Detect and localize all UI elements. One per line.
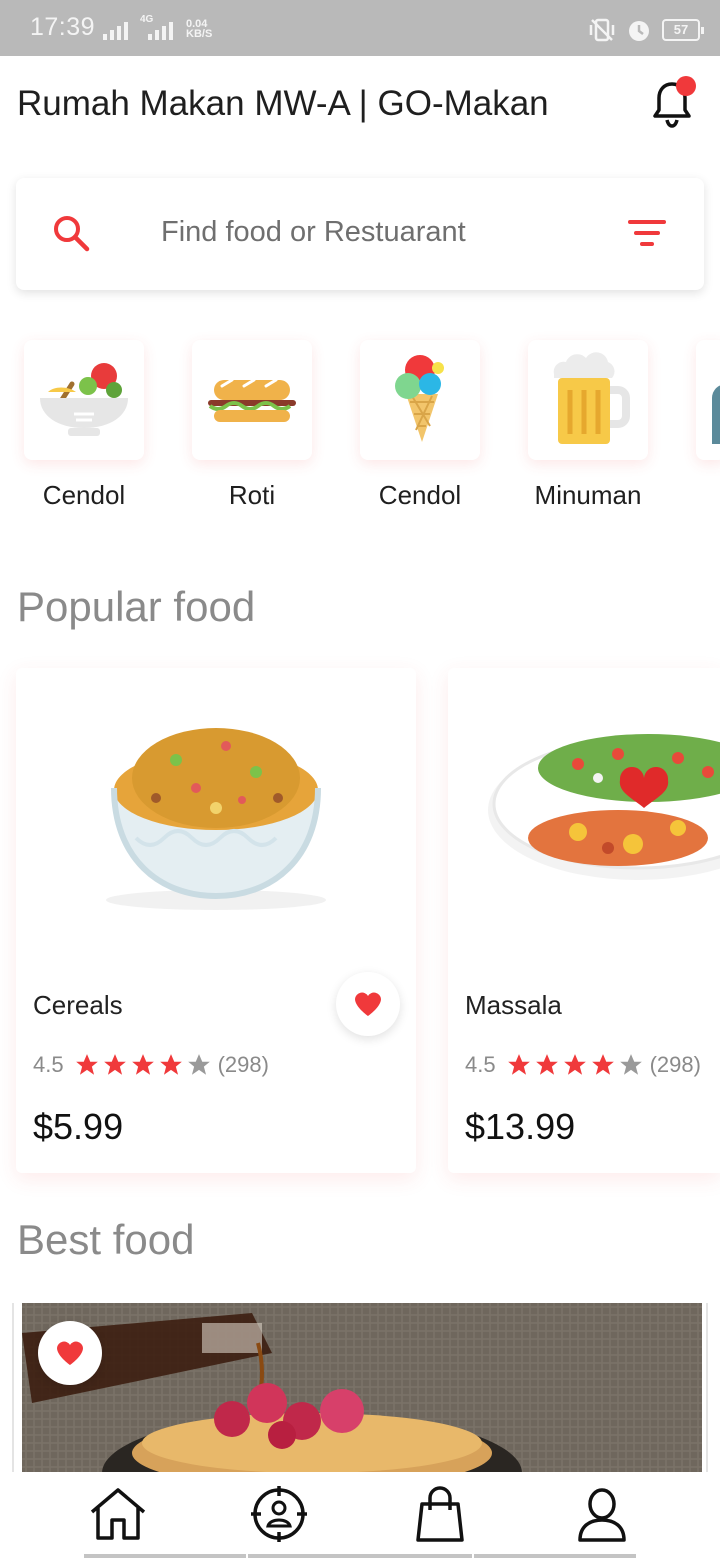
rating-value: 4.5 [465, 1052, 496, 1077]
food-image [106, 728, 326, 910]
bottom-navigation [0, 1472, 720, 1560]
nav-underline [248, 1554, 472, 1558]
speed-unit: KB/S [186, 28, 213, 40]
rating-value: 4.5 [33, 1052, 64, 1077]
status-bar: 17:39 4G 0.04 KB/S 57 [0, 0, 720, 56]
nav-explore[interactable] [244, 1486, 314, 1550]
category-item[interactable]: Minuman [528, 340, 648, 510]
vibrate-off-icon [589, 18, 615, 42]
food-name: Cereals [33, 990, 123, 1020]
star-empty-icon [187, 1054, 210, 1075]
star-filled-icon [535, 1054, 558, 1075]
favorite-button[interactable] [38, 1321, 102, 1385]
category-item[interactable]: Cendol [24, 340, 144, 510]
nav-underline [84, 1554, 246, 1558]
status-icons: 57 [588, 16, 704, 44]
category-label: Roti [228, 480, 276, 510]
search-bar[interactable]: Find food or Restuarant [16, 178, 704, 290]
category-tile[interactable] [360, 340, 480, 460]
explore-icon [251, 1486, 307, 1542]
network-speed: 0.04 KB/S [186, 19, 213, 40]
food-card[interactable]: Cereals 4.5 (298) $5.99 [16, 668, 416, 1173]
best-food-card[interactable] [12, 1303, 708, 1473]
profile-icon [578, 1488, 626, 1542]
heart-icon [355, 992, 381, 1016]
food-image [488, 734, 720, 880]
ice-cream-icon [395, 355, 444, 442]
review-count: (298) [649, 1052, 701, 1077]
category-label: Cendol [378, 480, 462, 510]
battery-indicator: 57 [662, 19, 704, 41]
category-label: Minuman [534, 480, 642, 510]
food-name: Massala [465, 990, 562, 1020]
home-icon [90, 1488, 146, 1540]
star-filled-icon [591, 1054, 614, 1075]
star-filled-icon [103, 1054, 126, 1075]
rating-stars [74, 1052, 212, 1078]
star-filled-icon [75, 1054, 98, 1075]
food-price: $5.99 [33, 1106, 124, 1147]
filter-icon[interactable] [628, 220, 668, 250]
category-label: Cendol [42, 480, 126, 510]
alarm-icon [629, 21, 649, 41]
rating-row: 4.5 (298) [33, 1052, 269, 1078]
category-tile[interactable] [528, 340, 648, 460]
page-title: Rumah Makan MW-A | GO-Makan [17, 84, 549, 123]
beer-mug-icon [553, 352, 630, 444]
category-partial-icon [712, 384, 720, 444]
category-tile[interactable] [24, 340, 144, 460]
sandwich-icon [208, 378, 296, 422]
review-count: (298) [217, 1052, 269, 1077]
nav-underline [474, 1554, 636, 1558]
status-time: 17:39 [30, 13, 96, 41]
category-item[interactable]: Cendol [360, 340, 480, 510]
food-card[interactable]: Massala 4.5 (298) $13.99 [448, 668, 720, 1173]
nav-profile[interactable] [567, 1486, 637, 1550]
popular-food-title: Popular food [17, 583, 256, 630]
star-filled-icon [507, 1054, 530, 1075]
rating-row: 4.5 (298) [465, 1052, 701, 1078]
nav-cart[interactable] [405, 1486, 475, 1550]
best-food-title: Best food [17, 1216, 195, 1263]
favorite-button[interactable] [336, 972, 400, 1036]
search-icon[interactable] [52, 214, 92, 254]
notification-badge [676, 76, 696, 96]
nav-home[interactable] [83, 1486, 153, 1550]
heart-icon [57, 1341, 83, 1365]
food-price: $13.99 [465, 1106, 576, 1147]
star-filled-icon [131, 1054, 154, 1075]
star-filled-icon [563, 1054, 586, 1075]
category-item[interactable]: Roti [192, 340, 312, 510]
signal-icon [103, 22, 128, 40]
search-input[interactable]: Find food or Restuarant [161, 216, 466, 249]
food-image [22, 1303, 702, 1473]
category-item-partial[interactable] [696, 340, 720, 460]
star-empty-icon [619, 1054, 642, 1075]
category-tile[interactable] [192, 340, 312, 460]
network-type: 4G [140, 14, 154, 25]
notification-button[interactable] [648, 76, 698, 132]
rating-stars [506, 1052, 644, 1078]
salad-bowl-icon [40, 363, 128, 436]
shopping-bag-icon [416, 1486, 464, 1542]
star-filled-icon [159, 1054, 182, 1075]
